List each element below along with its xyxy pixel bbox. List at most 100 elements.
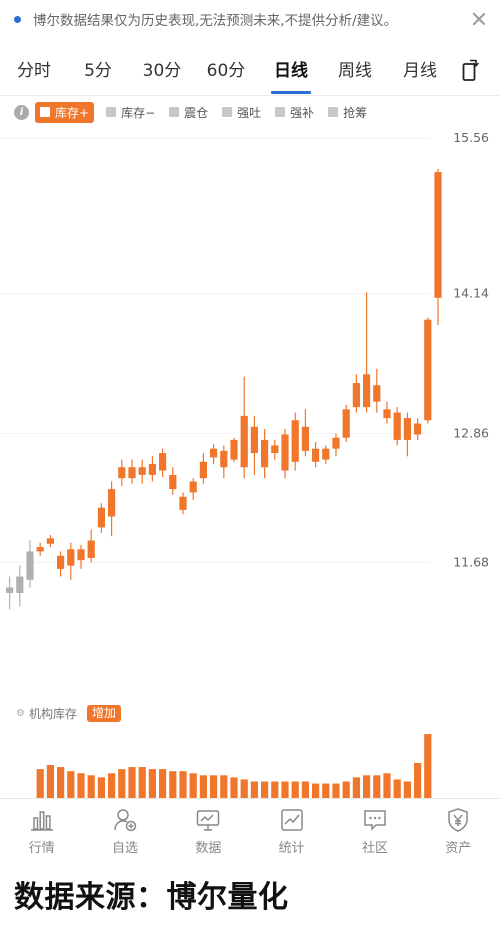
candle-body [128,467,136,479]
candle-body [312,448,320,462]
settings-gear-icon[interactable]: ⚙ [16,708,25,719]
candle-body [46,538,54,544]
candle-body [261,439,269,468]
legend-swatch-icon [222,107,233,117]
notice-dot-icon [14,15,21,23]
candle-body [240,415,248,468]
app-root: 博尔数据结果仅为历史表现,无法预测未来,不提供分析/建议。 分时 5分 30分 … [0,0,500,940]
legend-inventory-minus[interactable]: 库存− [106,104,155,121]
volume-bar [230,777,238,798]
legend-swatch-icon [40,107,50,117]
volume-bar [403,781,411,798]
nav-data[interactable]: 数据 [167,799,250,860]
volume-bar [332,783,340,798]
nav-statistics[interactable]: 统计 [250,799,333,860]
tab-daily[interactable]: 日线 [274,46,308,96]
volume-bar [393,779,401,798]
legend-inventory-plus[interactable]: 库存+ [35,101,95,123]
volume-bar [36,769,44,798]
legend-swatch-icon [328,107,339,117]
legend-strong-buy[interactable]: 强补 [275,104,314,121]
candle-body [138,467,146,475]
tab-5min[interactable]: 5分 [84,46,112,96]
volume-panel-header: ⚙ 机构库存 增加 [16,704,121,722]
legend-swatch-icon [275,107,286,117]
volume-bar [240,779,248,798]
candle-body [199,461,207,479]
candle-body [250,426,258,454]
nav-label: 社区 [361,841,388,856]
nav-watchlist[interactable]: 自选 [83,799,166,860]
notice-text: 博尔数据结果仅为历史表现,无法预测未来,不提供分析/建议。 [33,13,398,29]
legend-shakeout[interactable]: 震仓 [169,104,208,121]
candle-body [179,496,187,510]
info-icon[interactable]: i [14,104,29,120]
candle-body [363,374,371,408]
chat-bubble-icon [364,810,386,831]
volume-bar [67,771,75,798]
volume-bar [77,773,85,798]
nav-market[interactable]: 行情 [0,799,83,860]
volume-bar [220,775,228,798]
candle-body [271,445,279,454]
candle-body [6,587,14,593]
volume-bar [128,767,136,798]
source-caption: 数据来源：博尔量化 [14,880,289,915]
legend-grab-chips[interactable]: 抢筹 [328,104,367,121]
bar-chart-icon [30,811,53,831]
volume-bar [189,773,197,798]
y-tick-label: 11.68 [453,554,489,569]
volume-bar [322,783,330,798]
nav-label: 行情 [28,841,55,856]
volume-bar [46,765,54,798]
line-chart-icon [280,809,303,831]
volume-bar [261,781,269,798]
candle-body [291,420,299,462]
nav-assets[interactable]: 资产 [417,799,500,860]
candle-body [281,434,289,471]
indicator-legend: i 库存+ 库存− 震仓 强吐 强补 抢筹 [0,100,500,124]
candle-body [57,555,65,569]
candle-body [26,551,34,580]
volume-bar [159,769,167,798]
period-tabs: 分时 5分 30分 60分 日线 周线 月线 [0,46,500,96]
tab-minute[interactable]: 分时 [17,46,51,96]
tab-monthly[interactable]: 月线 [403,46,437,96]
candle-body [403,418,411,440]
candle-body [220,450,228,468]
legend-swatch-icon [169,107,180,117]
legend-strong-sell[interactable]: 强吐 [222,104,261,121]
user-add-icon [114,809,137,832]
volume-bar [118,769,126,798]
legend-swatch-icon [106,107,117,117]
nav-label: 自选 [111,841,138,856]
tab-weekly[interactable]: 周线 [338,46,372,96]
candle-body [434,172,442,298]
candlestick-chart[interactable]: 15.56 14.14 12.86 11.68 [0,124,500,699]
rotate-screen-icon[interactable] [462,58,480,82]
nav-community[interactable]: 社区 [333,799,416,860]
yen-shield-icon [448,808,469,832]
candle-body [332,437,340,449]
tab-60min[interactable]: 60分 [207,46,246,96]
volume-bar [97,777,105,798]
candle-body [118,467,126,479]
nav-label: 数据 [195,841,222,856]
volume-bar [363,775,371,798]
close-icon[interactable] [470,10,488,28]
status-badge: 增加 [86,704,121,722]
candle-body [322,448,330,460]
candle-body [373,385,381,402]
bottom-nav: 行情 自选 数据 统计 社区 资产 [0,798,500,860]
candle-body [87,540,95,558]
tab-30min[interactable]: 30分 [143,46,182,96]
candle-body [352,383,360,408]
institution-inventory-chart [36,734,432,798]
volume-bar [383,773,391,798]
candle-body [383,409,391,419]
candle-body [189,481,197,493]
nav-label: 资产 [445,841,472,856]
candle-body [393,412,401,440]
legend-label: 库存− [121,105,156,120]
legend-label: 强吐 [237,105,262,120]
